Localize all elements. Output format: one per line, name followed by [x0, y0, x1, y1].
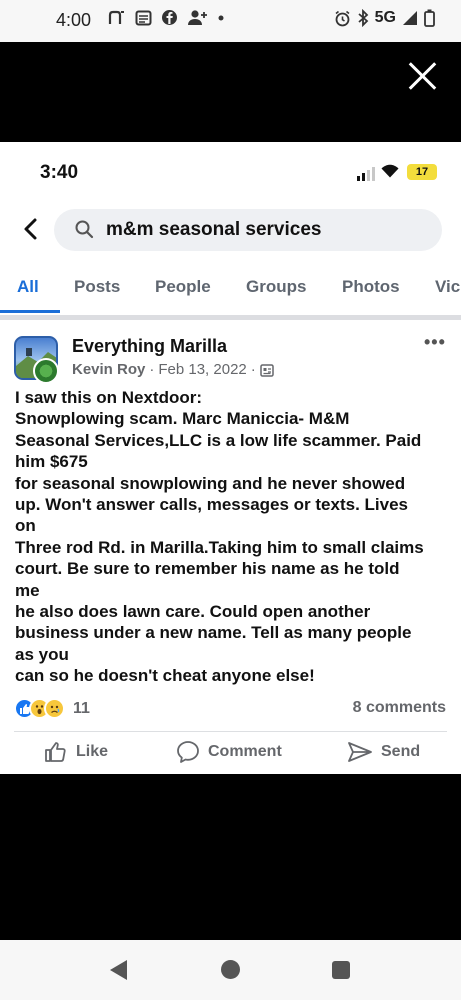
tab-people[interactable]: People [155, 277, 211, 297]
status-time: 4:00 [56, 10, 92, 30]
send-button[interactable]: Send [347, 740, 420, 764]
thumbs-up-icon [45, 742, 66, 762]
post-line: Snowplowing scam. Marc Maniccia- M&M [15, 409, 350, 429]
post-meta: Kevin Roy · Feb 13, 2022 · [72, 361, 274, 378]
post-line: as you [15, 644, 69, 664]
search-icon [75, 220, 94, 239]
wifi-icon [381, 164, 399, 178]
viewer-bottom-bar [0, 774, 461, 940]
search-query: m&m seasonal services [106, 219, 322, 240]
post-line: him $675 [15, 452, 88, 472]
search-input[interactable]: m&m seasonal services [54, 209, 442, 251]
notification-n-icon [108, 10, 124, 24]
sad-reaction-icon [44, 698, 65, 719]
outer-status-bar: 4:00 5G [0, 0, 461, 42]
screenshot-content: 3:40 17 m&m seasonal services All Posts … [0, 142, 461, 774]
inner-status-time: 3:40 [40, 162, 79, 183]
comment-icon [177, 741, 199, 763]
bluetooth-icon [358, 9, 368, 27]
author-avatar[interactable] [33, 358, 59, 384]
like-label: Like [76, 743, 109, 760]
battery-indicator: 17 [407, 164, 437, 180]
close-icon[interactable] [407, 60, 439, 92]
cellular-signal-icon [357, 167, 375, 181]
tab-all[interactable]: All [17, 277, 39, 297]
post-line: can so he doesn't cheat anyone else! [15, 666, 315, 686]
post-line: on [15, 516, 36, 536]
divider [0, 315, 461, 320]
post-line: business under a new name. Tell as many … [15, 623, 412, 643]
facebook-icon [162, 10, 177, 25]
tab-videos[interactable]: Vic [435, 277, 460, 297]
nav-recents-icon[interactable] [332, 961, 350, 979]
nav-back-icon[interactable] [110, 960, 127, 980]
viewer-top-bar [0, 42, 461, 142]
post-line: I saw this on Nextdoor: [15, 388, 203, 407]
add-person-icon [188, 10, 207, 25]
battery-icon [424, 9, 435, 27]
post-text: I saw this on Nextdoor: Snowplowing scam… [15, 387, 455, 687]
post-line: he also does lawn care. Could open anoth… [15, 602, 371, 622]
post-line: for seasonal snowplowing and he never sh… [15, 473, 406, 493]
network-label: 5G [374, 9, 396, 26]
tab-photos[interactable]: Photos [342, 277, 400, 297]
back-arrow-icon[interactable] [20, 217, 44, 241]
comment-button[interactable]: Comment [176, 740, 282, 764]
search-tabs: All Posts People Groups Photos Vic [0, 272, 461, 316]
group-privacy-icon [260, 363, 274, 377]
post-line: court. Be sure to remember his name as h… [15, 559, 400, 579]
post-author[interactable]: Kevin Roy [72, 361, 145, 378]
group-name[interactable]: Everything Marilla [72, 336, 227, 357]
post-line: up. Won't answer calls, messages or text… [15, 495, 408, 515]
tab-posts[interactable]: Posts [74, 277, 120, 297]
5g-signal-icon [403, 11, 417, 25]
post-line: me [15, 580, 40, 600]
message-icon [135, 10, 152, 25]
comments-count[interactable]: 8 comments [353, 699, 446, 717]
post-line: Three rod Rd. in Marilla.Taking him to s… [15, 537, 424, 557]
nav-home-icon[interactable] [221, 960, 240, 979]
system-navigation-bar [0, 940, 461, 1000]
dot-icon [218, 15, 224, 20]
reactions-summary[interactable]: 11 [14, 698, 90, 719]
post-date[interactable]: Feb 13, 2022 [158, 361, 246, 378]
like-button[interactable]: Like [44, 740, 108, 764]
divider [14, 731, 447, 732]
meta-separator: · [149, 361, 155, 378]
more-options-icon[interactable]: ••• [424, 332, 446, 353]
send-label: Send [381, 743, 421, 760]
send-icon [348, 742, 372, 762]
meta-separator: · [250, 361, 256, 378]
reaction-count: 11 [73, 699, 90, 717]
active-tab-indicator [0, 310, 60, 313]
comment-label: Comment [208, 743, 282, 760]
alarm-icon [335, 10, 350, 26]
tab-groups[interactable]: Groups [246, 277, 306, 297]
post-line: Seasonal Services,LLC is a low life scam… [15, 430, 422, 450]
